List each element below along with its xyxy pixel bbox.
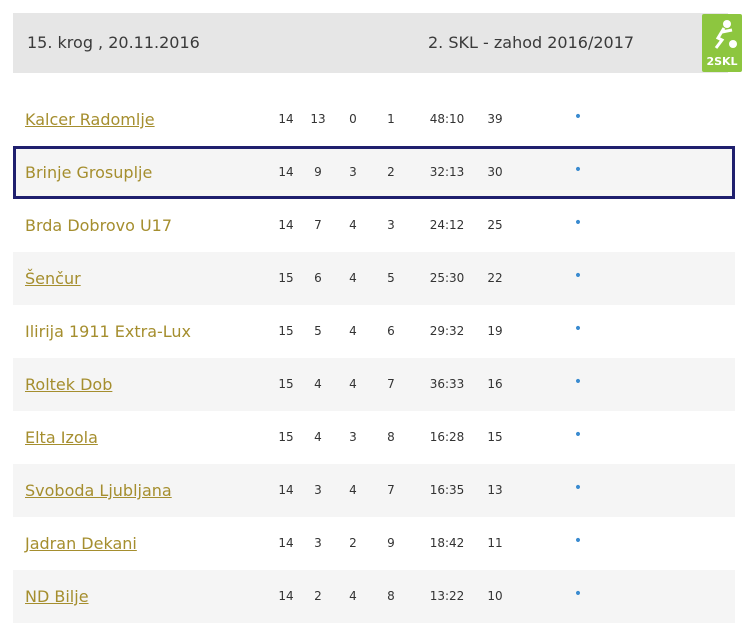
played-cell: 14: [278, 165, 294, 179]
points-cell: 15: [487, 430, 503, 444]
team-link[interactable]: Roltek Dob: [25, 375, 112, 394]
table-row: Brda Dobrovo U17 14 7 4 3 24:12 25 •: [13, 199, 735, 252]
league-title: 2. SKL - zahod 2016/2017: [428, 33, 635, 52]
played-cell: 15: [278, 377, 294, 391]
won-cell: 9: [314, 165, 322, 179]
points-cell: 22: [487, 271, 503, 285]
league-logo: 2SKL: [702, 14, 742, 72]
marker-dot: •: [573, 374, 583, 390]
played-cell: 15: [278, 271, 294, 285]
played-cell: 15: [278, 430, 294, 444]
points-cell: 10: [487, 589, 503, 603]
won-cell: 6: [314, 271, 322, 285]
goals-cell: 29:32: [429, 324, 465, 338]
team-link[interactable]: Jadran Dekani: [25, 534, 137, 553]
won-cell: 13: [310, 112, 326, 126]
team-name[interactable]: Brda Dobrovo U17: [25, 216, 172, 235]
drawn-cell: 4: [349, 218, 357, 232]
lost-cell: 6: [387, 324, 395, 338]
goals-cell: 36:33: [429, 377, 465, 391]
round-date: 15. krog , 20.11.2016: [27, 33, 200, 52]
table-row: Brinje Grosuplje 14 9 3 2 32:13 30 •: [13, 146, 735, 199]
goals-cell: 18:42: [429, 536, 465, 550]
table-row: Svoboda Ljubljana 14 3 4 7 16:35 13 •: [13, 464, 735, 517]
team-name[interactable]: Brinje Grosuplje: [25, 163, 152, 182]
points-cell: 16: [487, 377, 503, 391]
team-link[interactable]: Svoboda Ljubljana: [25, 481, 172, 500]
marker-dot: •: [573, 268, 583, 284]
table-row: ND Bilje 14 2 4 8 13:22 10 •: [13, 570, 735, 623]
lost-cell: 5: [387, 271, 395, 285]
goals-cell: 16:28: [429, 430, 465, 444]
drawn-cell: 4: [349, 324, 357, 338]
table-row: Elta Izola 15 4 3 8 16:28 15 •: [13, 411, 735, 464]
table-row: Ilirija 1911 Extra-Lux 15 5 4 6 29:32 19…: [13, 305, 735, 358]
lost-cell: 9: [387, 536, 395, 550]
marker-dot: •: [573, 321, 583, 337]
marker-dot: •: [573, 215, 583, 231]
lost-cell: 2: [387, 165, 395, 179]
drawn-cell: 4: [349, 271, 357, 285]
drawn-cell: 0: [349, 112, 357, 126]
points-cell: 25: [487, 218, 503, 232]
drawn-cell: 4: [349, 483, 357, 497]
drawn-cell: 4: [349, 377, 357, 391]
table-row: Kalcer Radomlje 14 13 0 1 48:10 39 •: [13, 93, 735, 146]
goals-cell: 25:30: [429, 271, 465, 285]
marker-dot: •: [573, 162, 583, 178]
won-cell: 4: [314, 430, 322, 444]
goals-cell: 24:12: [429, 218, 465, 232]
logo-text: 2SKL: [706, 55, 738, 68]
lost-cell: 1: [387, 112, 395, 126]
table-row: Jadran Dekani 14 3 2 9 18:42 11 •: [13, 517, 735, 570]
lost-cell: 3: [387, 218, 395, 232]
marker-dot: •: [573, 533, 583, 549]
won-cell: 5: [314, 324, 322, 338]
team-name[interactable]: Ilirija 1911 Extra-Lux: [25, 322, 191, 341]
marker-dot: •: [573, 586, 583, 602]
goals-cell: 32:13: [429, 165, 465, 179]
played-cell: 14: [278, 112, 294, 126]
team-link[interactable]: Kalcer Radomlje: [25, 110, 155, 129]
marker-dot: •: [573, 109, 583, 125]
lost-cell: 8: [387, 589, 395, 603]
drawn-cell: 4: [349, 589, 357, 603]
points-cell: 30: [487, 165, 503, 179]
played-cell: 14: [278, 218, 294, 232]
won-cell: 3: [314, 483, 322, 497]
standings-header: 15. krog , 20.11.2016 2. SKL - zahod 201…: [13, 13, 728, 73]
played-cell: 14: [278, 483, 294, 497]
lost-cell: 8: [387, 430, 395, 444]
won-cell: 4: [314, 377, 322, 391]
lost-cell: 7: [387, 377, 395, 391]
team-link[interactable]: Šenčur: [25, 269, 81, 288]
won-cell: 7: [314, 218, 322, 232]
team-link[interactable]: Elta Izola: [25, 428, 98, 447]
played-cell: 15: [278, 324, 294, 338]
points-cell: 11: [487, 536, 503, 550]
won-cell: 3: [314, 536, 322, 550]
lost-cell: 7: [387, 483, 395, 497]
marker-dot: •: [573, 427, 583, 443]
drawn-cell: 3: [349, 165, 357, 179]
drawn-cell: 3: [349, 430, 357, 444]
table-row: Roltek Dob 15 4 4 7 36:33 16 •: [13, 358, 735, 411]
marker-dot: •: [573, 480, 583, 496]
soccer-player-icon: [714, 20, 737, 49]
points-cell: 19: [487, 324, 503, 338]
played-cell: 14: [278, 589, 294, 603]
drawn-cell: 2: [349, 536, 357, 550]
table-row: Šenčur 15 6 4 5 25:30 22 •: [13, 252, 735, 305]
points-cell: 13: [487, 483, 503, 497]
played-cell: 14: [278, 536, 294, 550]
points-cell: 39: [487, 112, 503, 126]
goals-cell: 48:10: [429, 112, 465, 126]
goals-cell: 16:35: [429, 483, 465, 497]
team-link[interactable]: ND Bilje: [25, 587, 89, 606]
standings-table: Kalcer Radomlje 14 13 0 1 48:10 39 • Bri…: [13, 93, 735, 623]
goals-cell: 13:22: [429, 589, 465, 603]
won-cell: 2: [314, 589, 322, 603]
